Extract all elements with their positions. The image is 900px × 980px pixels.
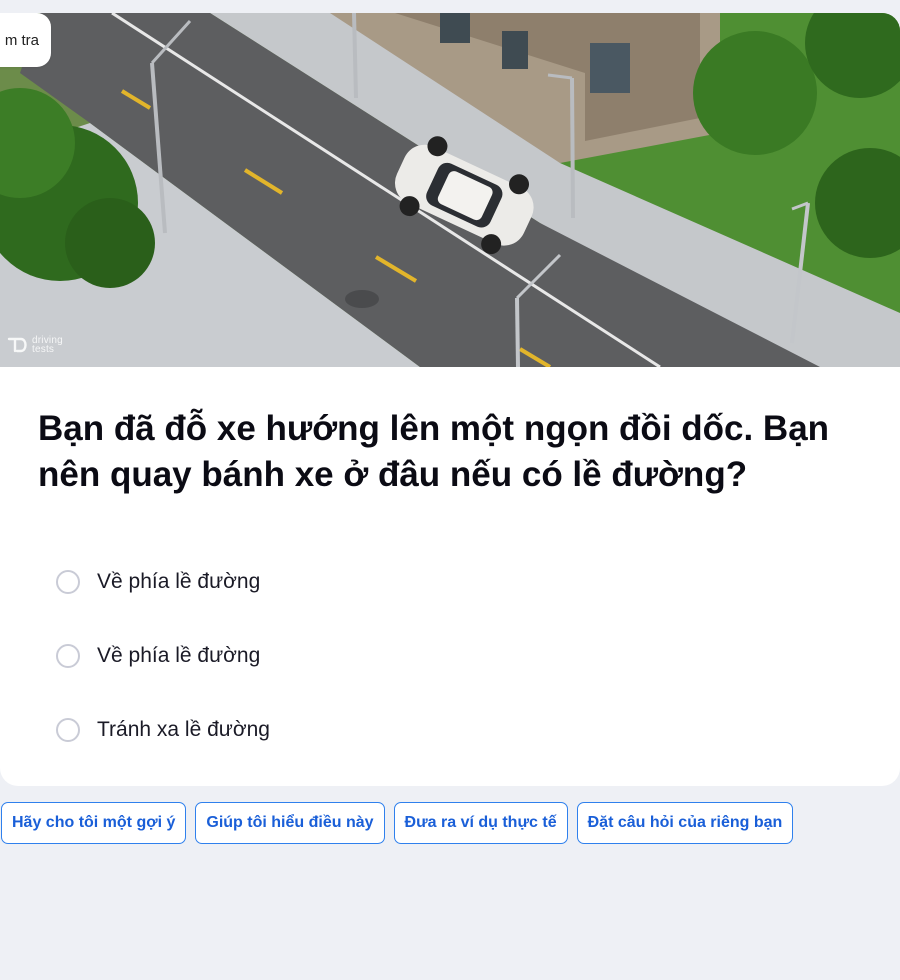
question-text: Bạn đã đỗ xe hướng lên một ngọn đồi dốc.…	[38, 409, 830, 494]
real-example-button[interactable]: Đưa ra ví dụ thực tế	[393, 802, 568, 844]
answer-option-label: Về phía lề đường	[97, 570, 261, 593]
hint-button[interactable]: Hãy cho tôi một gợi ý	[1, 802, 187, 844]
radio-button[interactable]	[56, 570, 80, 594]
answer-option-label: Về phía lề đường	[97, 644, 261, 667]
answer-option[interactable]: Về phía lề đường	[56, 568, 270, 596]
question-illustration: driving tests m tra	[0, 13, 900, 367]
radio-button[interactable]	[56, 644, 80, 668]
test-tag-chip: m tra	[0, 13, 51, 67]
street-scene-image	[0, 13, 900, 367]
question-card: driving tests m tra Bạn đã đỗ xe hướng l…	[0, 13, 900, 786]
help-chips: Hãy cho tôi một gợi ý Giúp tôi hiểu điều…	[1, 802, 794, 844]
test-tag-label: m tra	[4, 31, 39, 49]
driving-tests-watermark: driving tests	[7, 335, 63, 355]
answer-option[interactable]: Tránh xa lề đường	[56, 716, 270, 744]
radio-button[interactable]	[56, 718, 80, 742]
watermark-line-2: tests	[32, 344, 55, 355]
answer-options: Về phía lề đường Về phía lề đường Tránh …	[56, 568, 270, 786]
explain-button[interactable]: Giúp tôi hiểu điều này	[195, 802, 385, 844]
answer-option[interactable]: Về phía lề đường	[56, 642, 270, 670]
driving-tests-logo-icon	[7, 337, 27, 353]
quiz-page: driving tests m tra Bạn đã đỗ xe hướng l…	[0, 0, 900, 980]
ask-own-question-button[interactable]: Đặt câu hỏi của riêng bạn	[576, 802, 794, 844]
answer-option-label: Tránh xa lề đường	[97, 718, 270, 741]
